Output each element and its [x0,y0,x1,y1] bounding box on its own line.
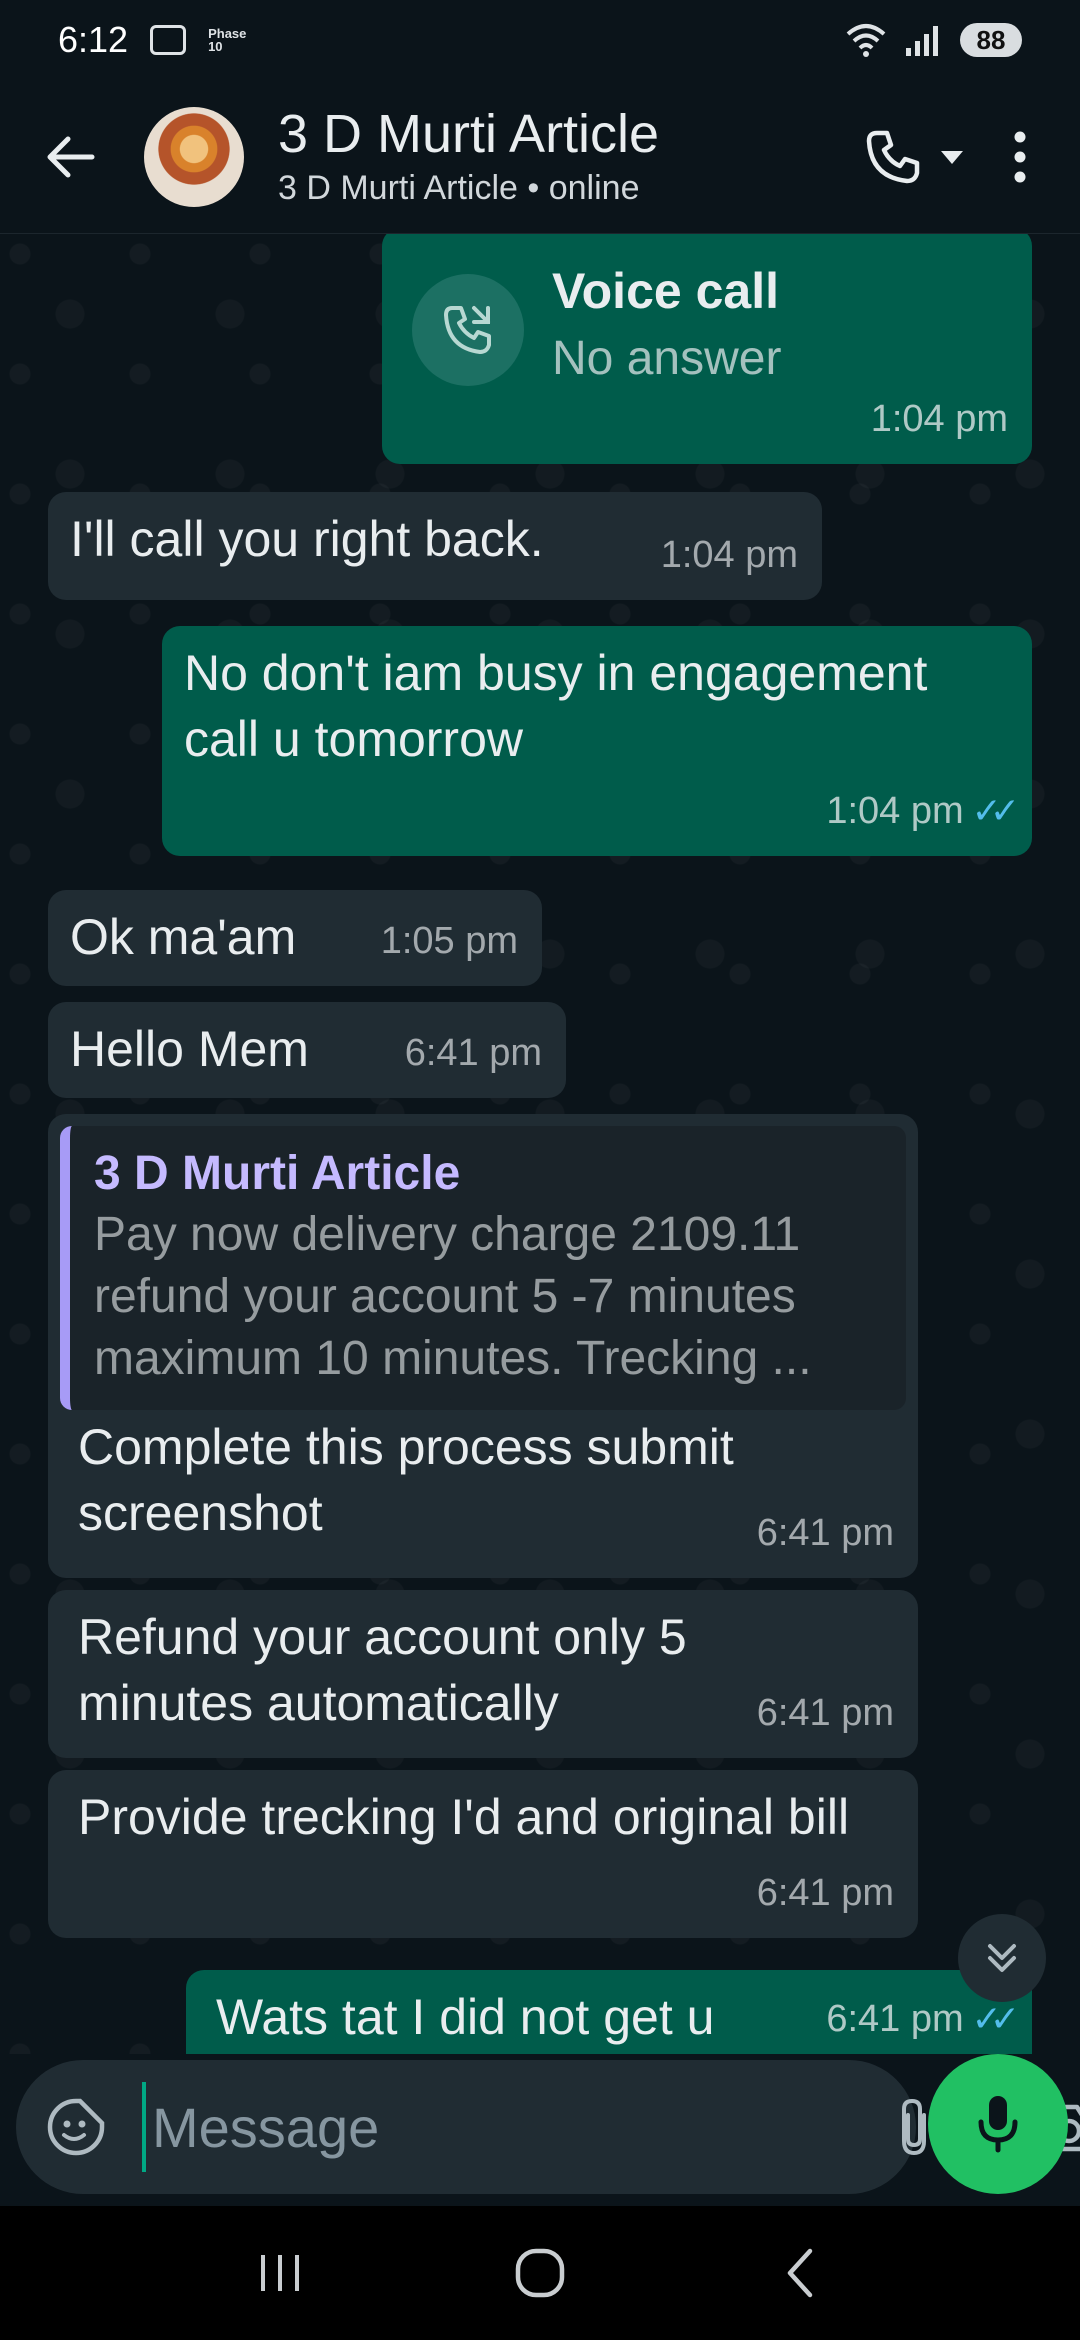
incoming-message[interactable]: Ok ma'am 1:05 pm [48,890,542,986]
message-meta: 1:04 pm ✓✓ [826,778,1020,844]
quoted-text: Pay now delivery charge 2109.11 refund y… [94,1208,812,1385]
incoming-message[interactable]: I'll call you right back. 1:04 pm [48,492,822,600]
phone-icon [866,130,920,184]
call-status: No answer [552,332,782,385]
system-nav-bar [0,2206,1080,2340]
call-title: Voice call [552,263,779,319]
message-time: 6:41 pm [756,1872,894,1914]
chat-messages[interactable]: Voice call No answer 1:04 pm I'll call y… [0,234,1080,2054]
more-vert-icon [1014,131,1026,183]
message-input[interactable] [142,2082,872,2172]
message-time: 6:41 pm [756,1512,894,1554]
arrow-left-icon [47,136,95,177]
contact-name: 3 D Murti Article [278,103,660,164]
message-text: Hello Mem [70,1021,309,1077]
wifi-icon [846,24,886,57]
message-composer [16,2060,1080,2194]
home-button[interactable] [480,2223,600,2323]
message-time: 1:04 pm [826,790,964,832]
phase-app-label: Phase 10 [208,26,247,54]
more-options-button[interactable] [980,107,1060,207]
message-text: Provide trecking I'd and original bill [78,1789,850,1845]
status-time: 6:12 [58,19,129,60]
message-text: Ok ma'am [70,909,297,965]
quoted-message[interactable]: 3 D Murti Article Pay now delivery charg… [60,1126,906,1410]
signal-icon [906,26,938,56]
back-chevron-icon [787,2248,813,2298]
recent-apps-button[interactable] [220,2223,340,2323]
message-time: 6:41 pm [826,1998,964,2040]
contact-info[interactable]: 3 D Murti Article 3 D Murti Article • on… [278,103,659,211]
incoming-message[interactable]: Refund your account only 5 minutes autom… [48,1590,918,1758]
message-time: 1:04 pm [660,534,798,576]
recents-icon [261,2255,299,2291]
battery-indicator: 88 [960,23,1022,57]
outgoing-message[interactable]: No don't iam busy in engagement call u t… [162,626,1032,856]
message-time: 6:41 pm [756,1692,894,1734]
incoming-message[interactable]: Hello Mem 6:41 pm [48,1002,566,1098]
chevron-down-icon [941,151,963,164]
back-nav-button[interactable] [740,2223,860,2323]
microphone-icon [978,2096,1018,2153]
call-message[interactable]: Voice call No answer 1:04 pm [382,234,1032,464]
sticker-icon [47,2098,105,2156]
contact-status: 3 D Murti Article • online [278,168,640,207]
voice-call-button[interactable] [850,107,980,207]
quoted-sender: 3 D Murti Article [94,1147,461,1200]
back-button[interactable] [20,107,120,207]
voice-message-button[interactable] [928,2054,1068,2194]
message-text: Complete this process submit screenshot [78,1419,734,1541]
double-chevron-down-icon [988,1944,1016,1972]
reply-message[interactable]: 3 D Murti Article Pay now delivery charg… [48,1114,918,1578]
message-text: Wats tat I did not get u [216,1989,715,2045]
message-text: I'll call you right back. [70,511,544,567]
outgoing-message[interactable]: Wats tat I did not get u 6:41 pm ✓✓ [186,1970,1032,2054]
screen-capture-icon [150,25,187,55]
status-bar: 6:12 Phase 10 88 [0,0,1080,80]
missed-call-icon [412,274,524,386]
message-text: Refund your account only 5 minutes autom… [78,1609,687,1731]
read-ticks-icon: ✓✓ [971,1998,1020,2039]
contact-avatar[interactable] [144,106,244,207]
message-time: 1:04 pm [870,398,1008,440]
chat-header: 3 D Murti Article 3 D Murti Article • on… [0,80,1080,234]
read-ticks-icon: ✓✓ [971,790,1020,831]
scroll-to-bottom-button[interactable] [958,1914,1046,2002]
message-time: 6:41 pm [404,1032,542,1074]
emoji-button[interactable] [46,2092,106,2162]
message-time: 1:05 pm [380,920,518,962]
incoming-message[interactable]: Provide trecking I'd and original bill 6… [48,1770,918,1938]
message-text: No don't iam busy in engagement call u t… [184,645,928,767]
home-icon [515,2248,565,2298]
